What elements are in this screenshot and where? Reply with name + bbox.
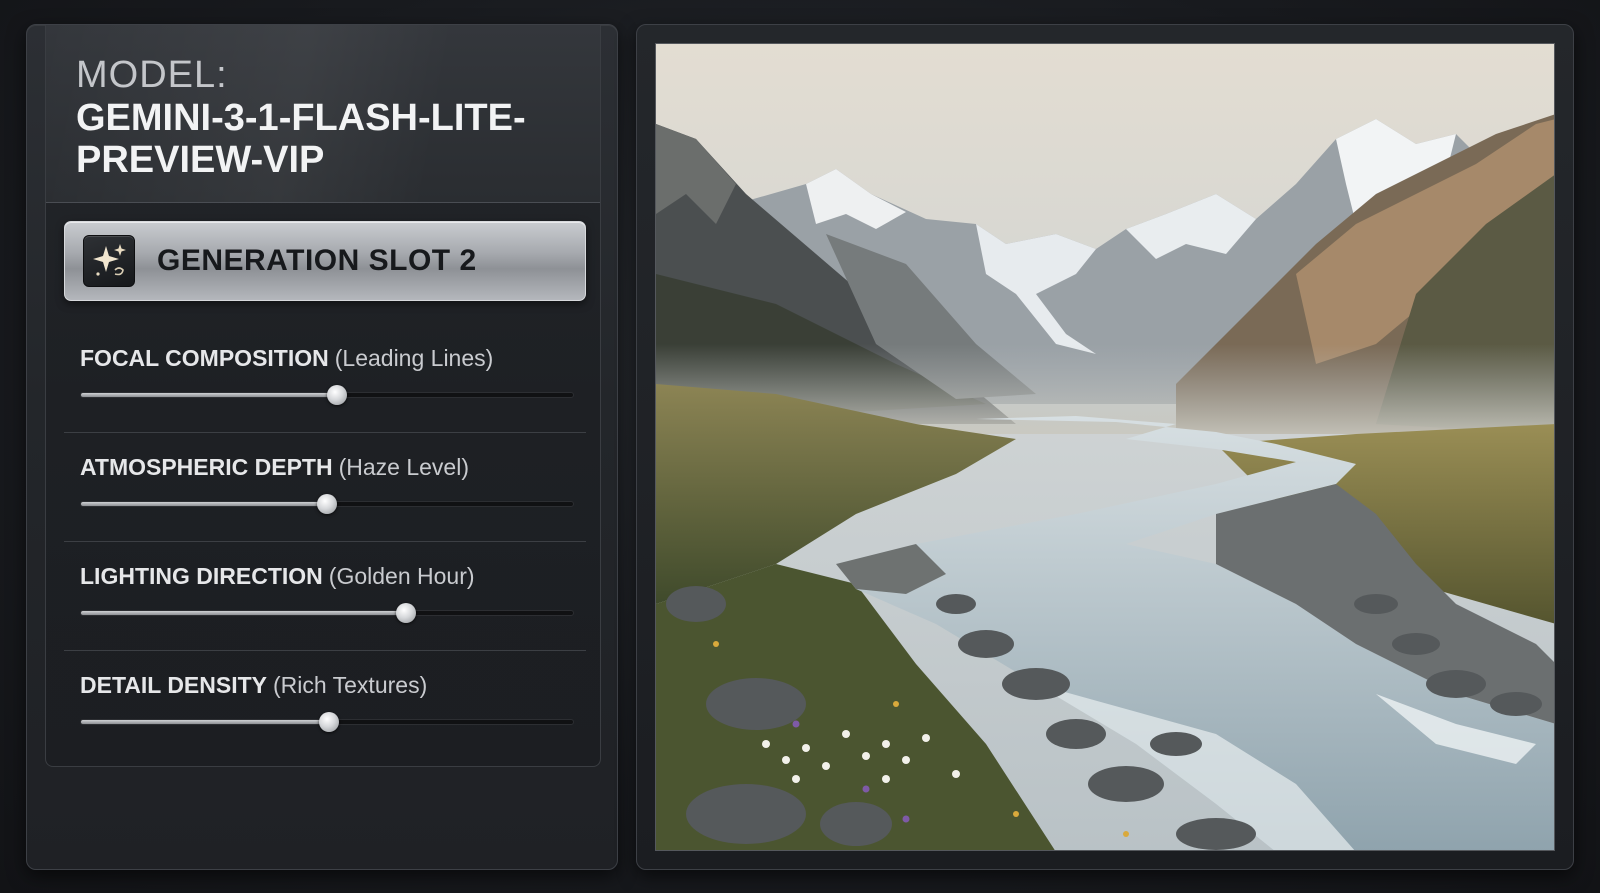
control-name: ATMOSPHERIC DEPTH xyxy=(80,454,333,480)
slider-fill xyxy=(81,611,406,615)
slider-fill xyxy=(81,502,327,506)
control-focal-composition: FOCAL COMPOSITION (Leading Lines) xyxy=(64,325,586,433)
control-hint: (Leading Lines) xyxy=(334,345,494,371)
control-name: LIGHTING DIRECTION xyxy=(80,563,323,589)
control-label: LIGHTING DIRECTION (Golden Hour) xyxy=(80,563,475,590)
controls-panel: MODEL: GEMINI-3-1-FLASH-LITE-PREVIEW-VIP… xyxy=(26,24,618,870)
slider-fill xyxy=(81,720,330,724)
lighting-direction-slider[interactable] xyxy=(80,603,574,623)
generation-slot-button[interactable]: GENERATION SLOT 2 xyxy=(64,221,586,301)
slider-fill xyxy=(81,393,337,397)
sparkle-icon xyxy=(83,235,135,287)
model-header: MODEL: GEMINI-3-1-FLASH-LITE-PREVIEW-VIP xyxy=(46,25,600,203)
control-label: DETAIL DENSITY (Rich Textures) xyxy=(80,672,427,699)
slider-thumb[interactable] xyxy=(326,385,347,405)
generated-image[interactable] xyxy=(655,43,1555,851)
control-hint: (Golden Hour) xyxy=(328,563,475,589)
landscape-illustration xyxy=(656,44,1554,850)
generation-slot-label: GENERATION SLOT 2 xyxy=(157,244,477,277)
model-label: MODEL: xyxy=(76,54,228,96)
control-detail-density: DETAIL DENSITY (Rich Textures) xyxy=(64,652,586,760)
controls-inner-frame: MODEL: GEMINI-3-1-FLASH-LITE-PREVIEW-VIP… xyxy=(45,25,601,767)
control-label: FOCAL COMPOSITION (Leading Lines) xyxy=(80,345,493,372)
control-name: DETAIL DENSITY xyxy=(80,672,267,698)
control-atmospheric-depth: ATMOSPHERIC DEPTH (Haze Level) xyxy=(64,434,586,542)
control-hint: (Rich Textures) xyxy=(273,672,428,698)
focal-composition-slider[interactable] xyxy=(80,385,574,405)
detail-density-slider[interactable] xyxy=(80,712,574,732)
sliders-group: FOCAL COMPOSITION (Leading Lines) ATMOSPH… xyxy=(64,325,586,761)
control-name: FOCAL COMPOSITION xyxy=(80,345,329,371)
slider-thumb[interactable] xyxy=(317,494,337,514)
preview-panel xyxy=(636,24,1574,870)
model-name: GEMINI-3-1-FLASH-LITE-PREVIEW-VIP xyxy=(76,97,526,181)
atmospheric-depth-slider[interactable] xyxy=(80,494,574,514)
control-lighting-direction: LIGHTING DIRECTION (Golden Hour) xyxy=(64,543,586,651)
control-label: ATMOSPHERIC DEPTH (Haze Level) xyxy=(80,454,469,481)
control-hint: (Haze Level) xyxy=(338,454,469,480)
slider-thumb[interactable] xyxy=(395,603,416,623)
slider-thumb[interactable] xyxy=(319,712,340,732)
